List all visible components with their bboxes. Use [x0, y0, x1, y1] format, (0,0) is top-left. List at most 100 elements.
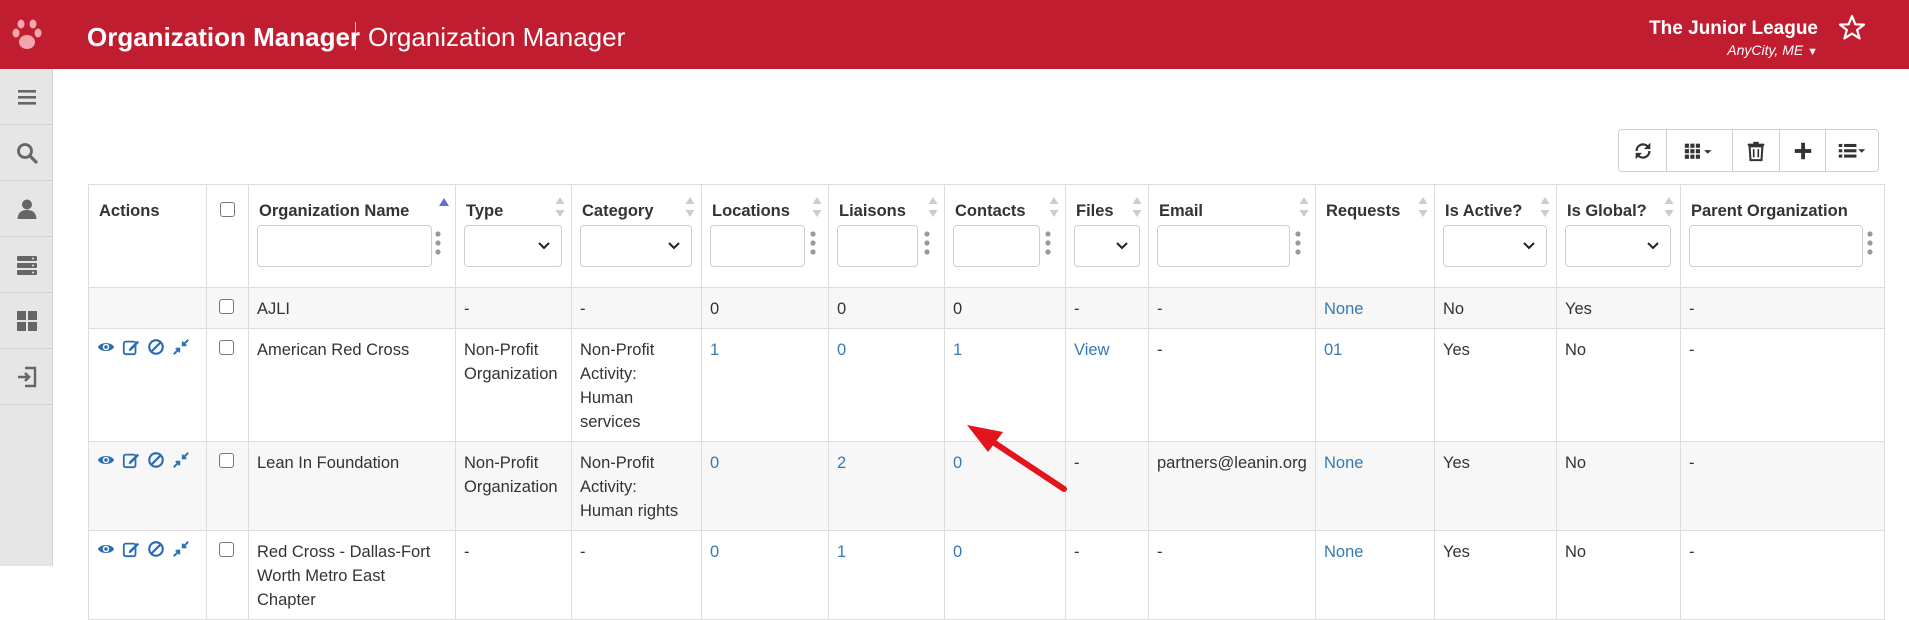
files-filter-select[interactable]	[1074, 225, 1140, 267]
liaisons-link[interactable]: 1	[837, 543, 846, 561]
disable-ban-icon[interactable]	[147, 540, 165, 558]
disable-ban-icon[interactable]	[147, 338, 165, 356]
merge-compress-icon[interactable]	[172, 540, 190, 558]
column-header-type[interactable]: Type	[455, 184, 572, 288]
column-header-category[interactable]: Category	[571, 184, 702, 288]
requests-link[interactable]: 01	[1324, 341, 1342, 359]
locations-link[interactable]: 0	[710, 543, 719, 561]
is-global-filter-select[interactable]	[1565, 225, 1671, 267]
merge-compress-icon[interactable]	[172, 338, 190, 356]
paw-logo-icon[interactable]	[10, 15, 44, 53]
sort-ascending-icon[interactable]	[439, 196, 449, 218]
list-view-button[interactable]	[1826, 130, 1878, 171]
sidebar-item-sign-in[interactable]	[0, 349, 53, 405]
organization-name-cell: AJLI	[248, 287, 456, 329]
locations-filter-input[interactable]	[710, 225, 805, 267]
organization-name-filter-input[interactable]	[257, 225, 432, 267]
locations-cell: 0	[701, 530, 829, 620]
sort-icon[interactable]	[1132, 196, 1142, 218]
column-header-requests[interactable]: Requests	[1315, 184, 1435, 288]
row-checkbox[interactable]	[219, 542, 234, 557]
is-global-cell: No	[1556, 441, 1681, 531]
requests-link[interactable]: None	[1324, 454, 1363, 472]
is-global-cell: No	[1556, 530, 1681, 620]
disable-ban-icon[interactable]	[147, 451, 165, 469]
column-header-contacts[interactable]: Contacts	[944, 184, 1066, 288]
columns-button[interactable]	[1667, 130, 1733, 171]
sort-icon[interactable]	[1664, 196, 1674, 218]
chevron-down-icon	[1647, 242, 1659, 250]
locations-link[interactable]: 1	[710, 341, 719, 359]
column-header-files[interactable]: Files	[1065, 184, 1149, 288]
table-row[interactable]: AJLI - - 0 0 0 - - None No Yes -	[88, 287, 1885, 329]
sidebar-item-user[interactable]	[0, 181, 53, 237]
sidebar-item-dashboard[interactable]	[0, 293, 53, 349]
email-cell: -	[1148, 328, 1316, 442]
filter-options-icon[interactable]	[1867, 230, 1873, 256]
row-checkbox[interactable]	[219, 299, 234, 314]
sort-icon[interactable]	[812, 196, 822, 218]
merge-compress-icon[interactable]	[172, 451, 190, 469]
select-all-checkbox[interactable]	[220, 202, 235, 217]
column-header-parent-organization[interactable]: Parent Organization	[1680, 184, 1885, 288]
filter-options-icon[interactable]	[924, 230, 930, 256]
view-eye-icon[interactable]	[97, 451, 115, 469]
star-icon[interactable]	[1838, 14, 1866, 42]
files-view-link[interactable]: View	[1074, 341, 1109, 359]
column-header-is-active[interactable]: Is Active?	[1434, 184, 1557, 288]
filter-options-icon[interactable]	[435, 230, 441, 256]
parent-organization-filter-input[interactable]	[1689, 225, 1863, 267]
column-header-locations[interactable]: Locations	[701, 184, 829, 288]
contacts-link[interactable]: 0	[953, 543, 962, 561]
row-checkbox[interactable]	[219, 340, 234, 355]
column-header-liaisons[interactable]: Liaisons	[828, 184, 945, 288]
sort-icon[interactable]	[1049, 196, 1059, 218]
view-eye-icon[interactable]	[97, 540, 115, 558]
edit-icon[interactable]	[122, 540, 140, 558]
filter-options-icon[interactable]	[1295, 230, 1301, 256]
category-filter-select[interactable]	[580, 225, 692, 267]
table-row[interactable]: Red Cross - Dallas-Fort Worth Metro East…	[88, 530, 1885, 620]
filter-options-icon[interactable]	[810, 230, 816, 256]
column-header-is-global[interactable]: Is Global?	[1556, 184, 1681, 288]
sidebar-item-menu[interactable]	[0, 69, 53, 125]
contacts-link[interactable]: 1	[953, 341, 962, 359]
sort-icon[interactable]	[1418, 196, 1428, 218]
column-label: Requests	[1326, 202, 1401, 220]
liaisons-filter-input[interactable]	[837, 225, 918, 267]
filter-options-icon[interactable]	[1045, 230, 1051, 256]
sidebar-item-search[interactable]	[0, 125, 53, 181]
sort-icon[interactable]	[1540, 196, 1550, 218]
is-active-filter-select[interactable]	[1443, 225, 1547, 267]
sidebar-item-server[interactable]	[0, 237, 53, 293]
row-checkbox[interactable]	[219, 453, 234, 468]
organizations-table: Actions Organization Name Type Category	[88, 184, 1885, 620]
organization-name[interactable]: The Junior League	[1649, 18, 1818, 40]
organization-location-dropdown[interactable]: AnyCity, ME ▼	[1727, 42, 1818, 58]
contacts-link[interactable]: 0	[953, 454, 962, 472]
app-title[interactable]: Organization Manager	[87, 22, 360, 53]
view-eye-icon[interactable]	[97, 338, 115, 356]
chevron-down-icon	[538, 242, 550, 250]
column-header-organization-name[interactable]: Organization Name	[248, 184, 456, 288]
column-header-actions: Actions	[88, 184, 207, 288]
edit-icon[interactable]	[122, 338, 140, 356]
sort-icon[interactable]	[555, 196, 565, 218]
sort-icon[interactable]	[1299, 196, 1309, 218]
requests-link[interactable]: None	[1324, 543, 1363, 561]
delete-button[interactable]	[1733, 130, 1780, 171]
liaisons-link[interactable]: 0	[837, 341, 846, 359]
column-header-email[interactable]: Email	[1148, 184, 1316, 288]
add-button[interactable]	[1780, 130, 1826, 171]
liaisons-link[interactable]: 2	[837, 454, 846, 472]
sort-icon[interactable]	[685, 196, 695, 218]
refresh-button[interactable]	[1619, 130, 1667, 171]
email-filter-input[interactable]	[1157, 225, 1290, 267]
sort-icon[interactable]	[928, 196, 938, 218]
category-cell: -	[571, 530, 702, 620]
edit-icon[interactable]	[122, 451, 140, 469]
contacts-filter-input[interactable]	[953, 225, 1040, 267]
locations-link[interactable]: 0	[710, 454, 719, 472]
type-filter-select[interactable]	[464, 225, 562, 267]
requests-link[interactable]: None	[1324, 300, 1363, 318]
